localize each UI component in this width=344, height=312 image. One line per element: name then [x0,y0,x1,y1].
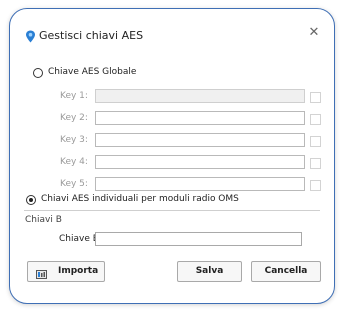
key-3-checkbox[interactable] [310,136,321,147]
key-2-input[interactable] [95,111,305,125]
key-5-input[interactable] [95,177,305,191]
key-5-label: Key 5: [60,179,88,189]
key-1-checkbox[interactable] [310,92,321,103]
chiavi-b-section-label: Chiavi B [25,215,62,225]
key-5-checkbox[interactable] [310,180,321,191]
cancel-button[interactable]: Cancella [251,261,321,282]
key-2-label: Key 2: [60,113,88,123]
individual-keys-radio[interactable] [26,195,36,205]
save-button[interactable]: Salva [177,261,242,282]
close-icon[interactable]: ✕ [307,26,321,40]
key-4-label: Key 4: [60,157,88,167]
section-divider [24,210,320,211]
individual-keys-radio-label: Chiavi AES individuali per moduli radio … [41,194,239,204]
key-3-label: Key 3: [60,135,88,145]
import-button[interactable]: Importa [27,261,105,282]
dialog-title: Gestisci chiavi AES [39,29,144,42]
key-3-input[interactable] [95,133,305,147]
import-file-icon [36,268,47,279]
import-button-label: Importa [58,266,99,276]
key-2-checkbox[interactable] [310,114,321,125]
key-1-input[interactable] [95,89,305,103]
key-4-input[interactable] [95,155,305,169]
dialog-titlebar: Gestisci chiavi AES ✕ [10,9,334,49]
chiave-b-input[interactable] [95,232,302,246]
global-key-radio[interactable] [33,68,43,78]
aes-keys-dialog: Gestisci chiavi AES ✕ Chiave AES Globale… [9,8,335,304]
key-1-label: Key 1: [60,91,88,101]
location-pin-icon [25,28,36,43]
global-key-radio-label: Chiave AES Globale [48,67,137,77]
key-4-checkbox[interactable] [310,158,321,169]
